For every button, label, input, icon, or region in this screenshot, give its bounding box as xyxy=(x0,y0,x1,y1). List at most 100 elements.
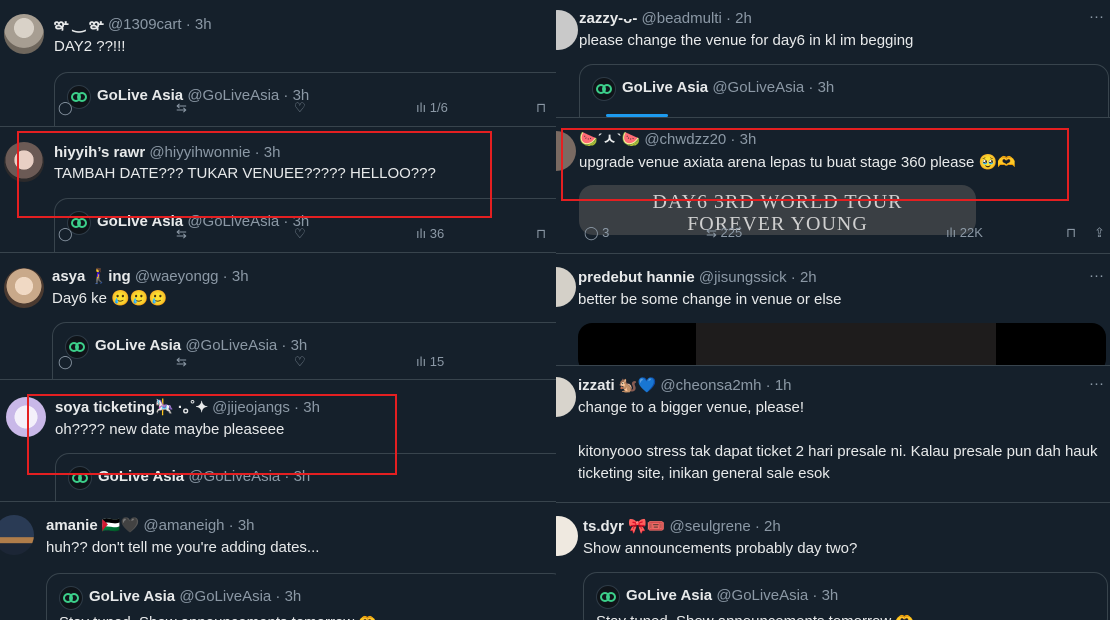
tweet-header: zazzy-ᴗ- @beadmulti · 2h xyxy=(579,10,752,28)
timestamp[interactable]: 3h xyxy=(195,16,212,33)
quote-tweet[interactable]: GoLive Asia @GoLiveAsia · 3h Stay tuned.… xyxy=(583,572,1108,620)
like-icon[interactable]: ♡ xyxy=(294,354,306,370)
display-name[interactable]: amanie 🇵🇸🖤 xyxy=(46,517,139,534)
views-count: 36 xyxy=(429,226,445,241)
reply-icon[interactable]: ◯ 3 xyxy=(584,225,609,241)
avatar[interactable] xyxy=(0,515,34,555)
avatar[interactable] xyxy=(556,267,576,307)
tweet-card[interactable]: ts.dyr 🎀🎟️ @seulgrene · 2h Show announce… xyxy=(556,504,1110,620)
handle[interactable]: @1309cart xyxy=(108,16,182,33)
separator: · xyxy=(804,79,818,96)
handle[interactable]: @hiyyihwonnie xyxy=(149,144,250,161)
display-name[interactable]: 🍉ˊㅅˋ🍉 xyxy=(579,131,640,148)
quote-handle: @GoLiveAsia xyxy=(712,79,805,96)
timestamp[interactable]: 3h xyxy=(303,399,320,416)
retweet-icon[interactable]: ⇆ 225 xyxy=(706,225,742,241)
tweet-text: upgrade venue axiata arena lepas tu buat… xyxy=(579,154,1016,171)
display-name[interactable]: asya 🚶‍♀️ing xyxy=(52,268,131,285)
quote-timestamp: 3h xyxy=(293,468,311,485)
tweet-text: huh?? don't tell me you're adding dates.… xyxy=(46,539,320,556)
avatar[interactable] xyxy=(556,131,576,171)
timestamp[interactable]: 3h xyxy=(740,131,757,148)
avatar[interactable] xyxy=(556,516,578,556)
timestamp[interactable]: 1h xyxy=(775,377,792,394)
handle[interactable]: @waeyongg xyxy=(135,268,219,285)
quote-tweet[interactable]: GoLive Asia @GoLiveAsia · 3h xyxy=(55,453,556,501)
handle[interactable]: @beadmulti xyxy=(642,10,722,27)
bookmark-icon[interactable]: ⊓ xyxy=(1066,225,1076,241)
timestamp[interactable]: 2h xyxy=(735,10,752,27)
like-icon[interactable]: ♡ xyxy=(294,226,306,242)
tweet-card[interactable]: amanie 🇵🇸🖤 @amaneigh · 3h huh?? don't te… xyxy=(0,503,556,620)
more-options-icon[interactable]: ··· xyxy=(1089,8,1104,25)
tweet-card[interactable]: izzati 🐿️💙 @cheonsa2mh · 1h ··· change t… xyxy=(556,367,1110,503)
views-count: 22K xyxy=(959,225,983,240)
reply-icon[interactable]: ◯ xyxy=(58,100,73,116)
like-icon[interactable]: ♡ xyxy=(294,100,306,116)
share-icon[interactable]: ⇪ xyxy=(1094,225,1105,241)
bookmark-icon[interactable]: ⊓ xyxy=(536,226,546,242)
display-name[interactable]: ts.dyr 🎀🎟️ xyxy=(583,518,665,535)
retweet-count: 225 xyxy=(720,225,743,240)
views-icon[interactable]: ılı 36 xyxy=(416,226,444,241)
display-name[interactable]: ఞ ‿ ఞ xyxy=(54,16,104,33)
timestamp[interactable]: 2h xyxy=(764,518,781,535)
handle[interactable]: @seulgrene xyxy=(670,518,751,535)
display-name[interactable]: hiyyih’s rawr xyxy=(54,144,145,161)
reply-icon[interactable]: ◯ xyxy=(58,226,73,242)
views-icon[interactable]: ılı 1/6 xyxy=(416,100,448,115)
views-icon[interactable]: ılı 15 xyxy=(416,354,444,369)
avatar[interactable] xyxy=(556,377,576,417)
handle[interactable]: @jijeojangs xyxy=(212,399,290,416)
retweet-icon[interactable]: ⇆ xyxy=(176,100,187,116)
separator: · xyxy=(277,337,291,354)
quote-display-name: GoLive Asia xyxy=(98,468,185,485)
quote-timestamp: 3h xyxy=(817,79,835,96)
avatar[interactable] xyxy=(4,142,44,182)
separator: · xyxy=(181,16,195,33)
right-timeline-column: zazzy-ᴗ- @beadmulti · 2h ··· please chan… xyxy=(556,0,1110,620)
golive-logo-icon xyxy=(68,466,92,490)
display-name[interactable]: zazzy-ᴗ- xyxy=(579,10,637,27)
quote-tweet[interactable]: GoLive Asia @GoLiveAsia · 3h xyxy=(579,64,1109,117)
tweet-card[interactable]: predebut hannie @jisungssick · 2h ··· be… xyxy=(556,255,1110,366)
tweet-card[interactable]: asya 🚶‍♀️ing @waeyongg · 3h Day6 ke 🥲🥲🥲 … xyxy=(0,254,556,380)
timestamp[interactable]: 3h xyxy=(238,517,255,534)
golive-logo-icon xyxy=(596,585,620,609)
separator: · xyxy=(726,131,740,148)
tweet-card[interactable]: 🍉ˊㅅˋ🍉 @chwdzz20 · 3h upgrade venue axiat… xyxy=(556,119,1110,254)
reply-icon[interactable]: ◯ xyxy=(58,354,73,370)
timestamp[interactable]: 3h xyxy=(264,144,281,161)
handle[interactable]: @cheonsa2mh xyxy=(660,377,761,394)
handle[interactable]: @amaneigh xyxy=(143,517,224,534)
quote-tweet[interactable]: GoLive Asia @GoLiveAsia · 3h Stay tuned.… xyxy=(46,573,556,620)
more-options-icon[interactable]: ··· xyxy=(1089,267,1104,284)
avatar[interactable] xyxy=(4,14,44,54)
separator: · xyxy=(808,587,822,604)
separator: · xyxy=(761,377,775,394)
display-name[interactable]: predebut hannie xyxy=(578,269,695,286)
tweet-actions: ◯ 3 ⇆ 225 ılı 22K ⊓ ⇪ xyxy=(556,225,1110,243)
handle[interactable]: @chwdzz20 xyxy=(644,131,726,148)
avatar[interactable] xyxy=(6,397,46,437)
avatar[interactable] xyxy=(556,10,578,50)
timestamp[interactable]: 2h xyxy=(800,269,817,286)
retweet-icon[interactable]: ⇆ xyxy=(176,226,187,242)
tweet-card[interactable]: zazzy-ᴗ- @beadmulti · 2h ··· please chan… xyxy=(556,0,1110,118)
views-icon[interactable]: ılı 22K xyxy=(946,225,983,240)
tweet-text: DAY2 ??!!! xyxy=(54,38,126,55)
more-options-icon[interactable]: ··· xyxy=(1089,375,1104,392)
separator: · xyxy=(271,588,285,605)
reply-count: 3 xyxy=(602,225,610,240)
tweet-card[interactable]: ఞ ‿ ఞ @1309cart · 3h DAY2 ??!!! GoLive A… xyxy=(0,0,556,127)
timestamp[interactable]: 3h xyxy=(232,268,249,285)
tweet-media-image[interactable] xyxy=(578,323,1106,365)
tweet-card[interactable]: soya ticketing🎠 ·｡˚✦ @jijeojangs · 3h oh… xyxy=(0,381,556,502)
display-name[interactable]: izzati 🐿️💙 xyxy=(578,377,656,394)
display-name[interactable]: soya ticketing🎠 ·｡˚✦ xyxy=(55,399,208,416)
bookmark-icon[interactable]: ⊓ xyxy=(536,100,546,116)
tweet-card[interactable]: hiyyih’s rawr @hiyyihwonnie · 3h TAMBAH … xyxy=(0,128,556,253)
retweet-icon[interactable]: ⇆ xyxy=(176,354,187,370)
handle[interactable]: @jisungssick xyxy=(699,269,787,286)
avatar[interactable] xyxy=(4,268,44,308)
